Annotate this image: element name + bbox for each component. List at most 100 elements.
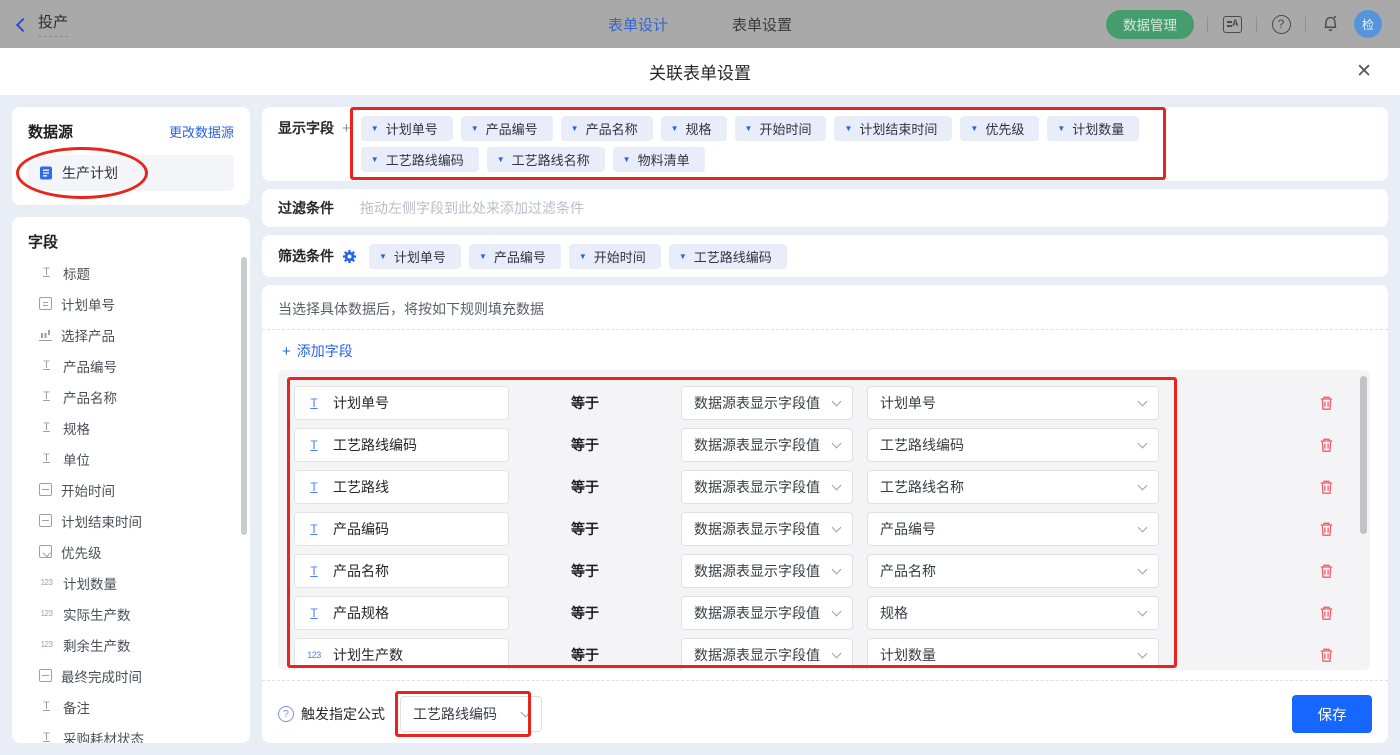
- tag-label: 计划数量: [1072, 122, 1125, 137]
- trash-icon[interactable]: [1319, 437, 1334, 453]
- avatar[interactable]: 检: [1354, 10, 1382, 38]
- field-tag[interactable]: ▼ 工艺路线名称: [486, 147, 605, 172]
- chevron-down-icon: [831, 648, 842, 659]
- rules-hint: 当选择具体数据后，将按如下规则填充数据: [278, 301, 544, 317]
- trash-icon[interactable]: [1319, 479, 1334, 495]
- field-list-item[interactable]: T 产品名称: [28, 381, 240, 412]
- title-field-icon: T: [43, 266, 50, 278]
- notifications-bell-icon[interactable]: [1319, 13, 1341, 35]
- rule-target-field[interactable]: T 产品规格: [294, 596, 509, 630]
- rule-source-select[interactable]: 数据源表显示字段值: [681, 596, 853, 630]
- field-list-item[interactable]: T 规格: [28, 412, 240, 443]
- fill-rules-card: 当选择具体数据后，将按如下规则填充数据 + 添加字段 T 计划单号 等于 数据源表显示…: [262, 285, 1388, 743]
- datasource-name: 生产计划: [62, 165, 118, 181]
- field-tag[interactable]: ▼ 产品编号: [460, 116, 553, 141]
- field-list-item[interactable]: T 单位: [28, 443, 240, 474]
- select-value: 产品编号: [880, 521, 936, 537]
- field-tag[interactable]: ▼ 计划单号: [369, 243, 461, 269]
- rule-source-field-select[interactable]: 产品名称: [867, 554, 1159, 588]
- field-tag[interactable]: ▼ 规格: [660, 116, 727, 141]
- field-list-item[interactable]: T 产品编号: [28, 350, 240, 381]
- fields-scrollbar[interactable]: [241, 257, 247, 535]
- field-list-item[interactable]: 123 剩余生产数: [28, 629, 240, 660]
- trash-icon[interactable]: [1319, 521, 1334, 537]
- help-icon[interactable]: ?: [1270, 13, 1292, 35]
- select-value: 规格: [880, 605, 908, 621]
- field-list-item[interactable]: 选择产品: [28, 319, 240, 350]
- back-label[interactable]: 投产: [38, 11, 69, 37]
- field-tag[interactable]: ▼ 物料清单: [612, 147, 705, 172]
- field-list-item[interactable]: 计划单号: [28, 288, 240, 319]
- rule-source-select[interactable]: 数据源表显示字段值: [681, 470, 853, 504]
- add-field-button[interactable]: + 添加字段: [282, 341, 1372, 361]
- rule-field-name: 工艺路线编码: [333, 437, 417, 453]
- rule-source-select[interactable]: 数据源表显示字段值: [681, 512, 853, 546]
- contacts-translate-icon[interactable]: [1221, 13, 1243, 35]
- rule-target-field[interactable]: T 产品编码: [294, 512, 509, 546]
- field-list-item[interactable]: 123 实际生产数: [28, 598, 240, 629]
- field-list-item[interactable]: 优先级: [28, 536, 240, 567]
- rule-source-select[interactable]: 数据源表显示字段值: [681, 554, 853, 588]
- field-label: 备注: [63, 700, 90, 716]
- datasource-item[interactable]: 生产计划: [28, 155, 234, 191]
- rule-source-select[interactable]: 数据源表显示字段值: [681, 386, 853, 420]
- rule-source-field-select[interactable]: 计划单号: [867, 386, 1159, 420]
- field-label: 选择产品: [61, 328, 115, 344]
- rule-source-select[interactable]: 数据源表显示字段值: [681, 428, 853, 462]
- tab-form-design[interactable]: 表单设计: [608, 14, 668, 35]
- trash-icon[interactable]: [1319, 605, 1334, 621]
- field-list-item[interactable]: T 采购耗材状态: [28, 722, 240, 744]
- rule-source-field-select[interactable]: 计划数量: [867, 638, 1159, 670]
- field-list-item[interactable]: 最终完成时间: [28, 660, 240, 691]
- trash-icon[interactable]: [1319, 647, 1334, 663]
- rule-target-field[interactable]: T 工艺路线: [294, 470, 509, 504]
- field-tag[interactable]: ▼ 开始时间: [568, 243, 661, 269]
- rule-source-field-select[interactable]: 产品编号: [867, 512, 1159, 546]
- rule-source-select[interactable]: 数据源表显示字段值: [681, 638, 853, 670]
- help-circle-icon[interactable]: ?: [278, 706, 294, 722]
- trash-icon[interactable]: [1319, 395, 1334, 411]
- back-chevron-icon[interactable]: [15, 17, 31, 32]
- field-list-item[interactable]: 计划结束时间: [28, 505, 240, 536]
- rules-scrollbar[interactable]: [1360, 376, 1367, 534]
- tab-form-settings[interactable]: 表单设置: [732, 14, 792, 35]
- rule-source-field-select[interactable]: 工艺路线名称: [867, 470, 1159, 504]
- data-manage-button[interactable]: 数据管理: [1106, 9, 1194, 39]
- field-tag[interactable]: ▼ 产品名称: [560, 116, 653, 141]
- rule-operator: 等于: [571, 437, 599, 453]
- filter-dropzone-placeholder[interactable]: 拖动左侧字段到此处来添加过滤条件: [360, 198, 584, 218]
- field-list-item[interactable]: T 备注: [28, 691, 240, 722]
- field-tag[interactable]: ▼ 工艺路线编码: [360, 147, 479, 172]
- add-display-field-icon[interactable]: +: [342, 116, 351, 141]
- tag-label: 工艺路线编码: [693, 249, 772, 265]
- rule-target-field[interactable]: T 产品名称: [294, 554, 509, 588]
- field-tag[interactable]: ▼ 优先级: [960, 116, 1040, 141]
- field-tag[interactable]: ▼ 计划数量: [1047, 116, 1140, 141]
- rule-target-field[interactable]: T 工艺路线编码: [294, 428, 509, 462]
- save-button[interactable]: 保存: [1292, 695, 1372, 733]
- rule-source-field-select[interactable]: 工艺路线编码: [867, 428, 1159, 462]
- rule-source-field-select[interactable]: 规格: [867, 596, 1159, 630]
- field-tag[interactable]: ▼ 工艺路线编码: [668, 243, 787, 269]
- field-tag[interactable]: ▼ 产品编号: [468, 243, 561, 269]
- field-list-item[interactable]: 开始时间: [28, 474, 240, 505]
- field-tag[interactable]: ▼ 计划结束时间: [834, 116, 953, 141]
- field-list-item[interactable]: T 标题: [28, 257, 240, 288]
- back-nav[interactable]: 投产: [15, 11, 69, 37]
- field-list-item[interactable]: 123 计划数量: [28, 567, 240, 598]
- triangle-down-icon: ▼: [379, 251, 387, 261]
- field-tag[interactable]: ▼ 开始时间: [734, 116, 827, 141]
- rule-target-field[interactable]: T 计划单号: [294, 386, 509, 420]
- tag-label: 开始时间: [759, 122, 812, 137]
- modal-content: 数据源 更改数据源 生产计划 字段 T 标题 计划单号 选择产品 T 产品编号 T 产品名称 T…: [0, 95, 1400, 755]
- select-value: 数据源表显示字段值: [694, 479, 820, 495]
- field-label: 计划数量: [63, 576, 117, 592]
- gear-icon[interactable]: [342, 249, 357, 264]
- trash-icon[interactable]: [1319, 563, 1334, 579]
- field-tag[interactable]: ▼ 计划单号: [360, 116, 453, 141]
- change-datasource-link[interactable]: 更改数据源: [169, 122, 234, 141]
- close-icon[interactable]: ✕: [1356, 60, 1372, 83]
- tag-label: 产品名称: [585, 122, 638, 137]
- rule-target-field[interactable]: 123 计划生产数: [294, 638, 509, 670]
- trigger-formula-select[interactable]: 工艺路线编码: [400, 696, 542, 732]
